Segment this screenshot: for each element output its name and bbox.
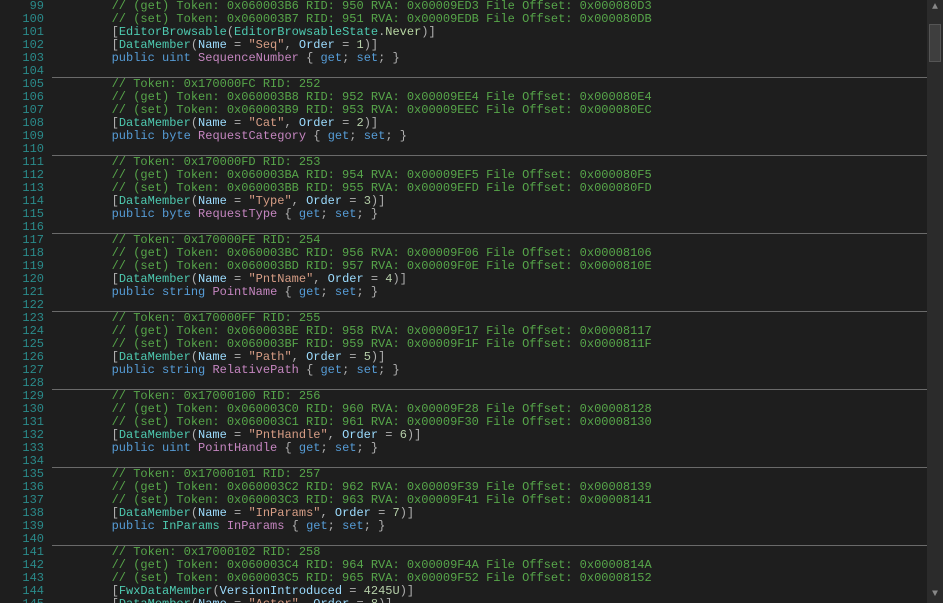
scroll-up-button[interactable]: ▲ xyxy=(927,0,943,16)
scroll-down-button[interactable]: ▼ xyxy=(927,587,943,603)
code-line[interactable]: [DataMember(Name = "Actor", Order = 8)] xyxy=(54,598,943,603)
code-line[interactable]: public uint SequenceNumber { get; set; } xyxy=(54,52,943,65)
code-area[interactable]: // (get) Token: 0x060003B6 RID: 950 RVA:… xyxy=(52,0,943,603)
section-divider xyxy=(52,311,943,312)
code-line[interactable]: public InParams InParams { get; set; } xyxy=(54,520,943,533)
scroll-thumb[interactable] xyxy=(929,24,941,62)
vertical-scrollbar[interactable]: ▲ ▼ xyxy=(927,0,943,603)
code-line[interactable]: public byte RequestCategory { get; set; … xyxy=(54,130,943,143)
section-divider xyxy=(52,77,943,78)
line-number: 145 xyxy=(0,598,44,603)
section-divider xyxy=(52,155,943,156)
code-line[interactable]: public string RelativePath { get; set; } xyxy=(54,364,943,377)
code-line[interactable]: public byte RequestType { get; set; } xyxy=(54,208,943,221)
code-line[interactable]: public uint PointHandle { get; set; } xyxy=(54,442,943,455)
section-divider xyxy=(52,467,943,468)
code-editor[interactable]: 9910010110210310410510610710810911011111… xyxy=(0,0,943,603)
code-line[interactable]: public string PointName { get; set; } xyxy=(54,286,943,299)
section-divider xyxy=(52,233,943,234)
section-divider xyxy=(52,389,943,390)
line-number-gutter: 9910010110210310410510610710810911011111… xyxy=(0,0,52,603)
section-divider xyxy=(52,545,943,546)
